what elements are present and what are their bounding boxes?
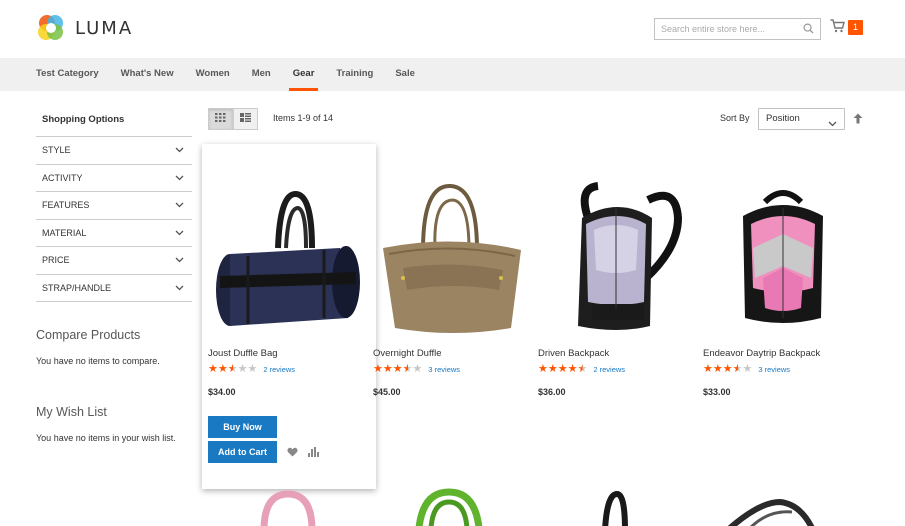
store-logo[interactable]: LUMA: [35, 12, 133, 44]
search-box: [654, 18, 821, 40]
product-rating: ★ ★ ★ ★ ★ 3 reviews: [703, 364, 863, 375]
chevron-down-icon: [175, 173, 184, 183]
page-header: LUMA 1: [0, 0, 905, 58]
nav-item-training[interactable]: Training: [336, 58, 373, 91]
shopping-options-title: Shopping Options: [36, 106, 192, 137]
filter-material[interactable]: MATERIAL: [36, 220, 192, 247]
reviews-link[interactable]: 2 reviews: [263, 365, 295, 374]
bag-image-partial: [415, 488, 483, 526]
list-icon: [240, 113, 251, 125]
reviews-link[interactable]: 2 reviews: [593, 365, 625, 374]
nav-item-men[interactable]: Men: [252, 58, 271, 91]
chevron-down-icon: [175, 228, 184, 238]
product-item: Overnight Duffle ★ ★ ★ ★ ★ 3 reviews $45.00: [373, 168, 533, 397]
bag-image-partial: [602, 490, 628, 526]
filter-features[interactable]: FEATURES: [36, 192, 192, 220]
luma-logo-icon: [38, 15, 63, 40]
nav-item-sale[interactable]: Sale: [395, 58, 415, 91]
chevron-down-icon: [828, 115, 837, 135]
list-mode-button[interactable]: [233, 108, 258, 130]
compare-empty-message: You have no items to compare.: [36, 356, 160, 366]
product-item: Driven Backpack ★ ★ ★ ★ ★ 2 reviews $36.00: [538, 168, 698, 397]
chevron-down-icon: [175, 255, 184, 265]
chevron-down-icon: [175, 283, 184, 293]
rating-stars: ★ ★ ★ ★ ★: [703, 363, 753, 375]
nav-item-test-category[interactable]: Test Category: [36, 58, 99, 91]
product-name[interactable]: Driven Backpack: [538, 348, 698, 359]
compare-products-title: Compare Products: [36, 328, 141, 342]
driven-backpack-image: [578, 182, 683, 330]
filter-activity[interactable]: ACTIVITY: [36, 165, 192, 192]
product-price: $36.00: [538, 387, 566, 397]
product-image[interactable]: [538, 168, 698, 348]
product-image[interactable]: [208, 168, 368, 348]
cart-icon[interactable]: [830, 19, 845, 36]
nav-item-whats-new[interactable]: What's New: [121, 58, 174, 91]
grid-icon: [215, 113, 226, 125]
product-price: $45.00: [373, 387, 401, 397]
filter-label: STRAP/HANDLE: [42, 282, 112, 293]
sort-by-label: Sort By: [720, 113, 750, 123]
product-item: Endeavor Daytrip Backpack ★ ★ ★ ★ ★ 3 review…: [703, 168, 863, 397]
rating-stars: ★ ★ ★ ★ ★: [538, 363, 588, 375]
compare-products-block: Compare Products You have no items to co…: [36, 328, 160, 366]
product-name[interactable]: Overnight Duffle: [373, 348, 533, 359]
chevron-down-icon: [175, 145, 184, 155]
filter-price[interactable]: PRICE: [36, 247, 192, 275]
filter-label: ACTIVITY: [42, 172, 83, 183]
main-navigation: Test Category What's New Women Men Gear …: [0, 58, 905, 91]
sort-by-select[interactable]: Position: [758, 108, 845, 130]
grid-mode-button[interactable]: [208, 108, 233, 130]
wishlist-block: My Wish List You have no items in your w…: [36, 405, 176, 443]
compare-icon[interactable]: [308, 447, 319, 457]
filter-label: PRICE: [42, 255, 70, 266]
reviews-link[interactable]: 3 reviews: [758, 365, 790, 374]
products-toolbar: Items 1-9 of 14 Sort By Position: [208, 108, 868, 130]
product-price: $34.00: [208, 387, 236, 397]
product-name[interactable]: Endeavor Daytrip Backpack: [703, 348, 863, 359]
product-item-partial[interactable]: [720, 498, 820, 526]
logo-text: LUMA: [75, 17, 134, 39]
product-image[interactable]: [703, 168, 863, 348]
add-to-cart-button[interactable]: Add to Cart: [208, 441, 277, 463]
overnight-duffle-image: [383, 183, 521, 333]
product-rating: ★ ★ ★ ★ ★ 2 reviews: [208, 364, 368, 375]
rating-stars: ★ ★ ★ ★ ★: [208, 363, 258, 375]
sort-direction-arrow-up-icon[interactable]: [853, 113, 863, 127]
endeavor-backpack-image: [743, 190, 823, 323]
wishlist-empty-message: You have no items in your wish list.: [36, 433, 176, 443]
product-name[interactable]: Joust Duffle Bag: [208, 348, 368, 359]
duffle-bag-image: [216, 191, 360, 326]
search-input[interactable]: [655, 19, 795, 39]
search-icon[interactable]: [803, 23, 814, 37]
buy-now-button[interactable]: Buy Now: [208, 416, 277, 438]
heart-icon[interactable]: [287, 447, 298, 457]
bag-image-partial: [728, 498, 815, 526]
bag-image-partial: [260, 490, 316, 526]
filter-strap-handle[interactable]: STRAP/HANDLE: [36, 275, 192, 302]
rating-stars: ★ ★ ★ ★ ★: [373, 363, 423, 375]
layered-navigation: Shopping Options STYLE ACTIVITY FEATURES…: [36, 106, 192, 302]
reviews-link[interactable]: 3 reviews: [428, 365, 460, 374]
product-item-partial[interactable]: [595, 490, 635, 526]
cart-count-badge: 1: [848, 20, 863, 35]
filter-label: STYLE: [42, 145, 71, 156]
product-item-partial[interactable]: [250, 490, 330, 526]
toolbar-amount: Items 1-9 of 14: [273, 113, 334, 123]
minicart[interactable]: 1: [830, 19, 863, 36]
filter-style[interactable]: STYLE: [36, 137, 192, 165]
product-item: Joust Duffle Bag ★ ★ ★ ★ ★ 2 reviews $34.00 …: [208, 168, 368, 463]
nav-item-women[interactable]: Women: [196, 58, 230, 91]
sort-by-value: Position: [766, 113, 800, 124]
product-image[interactable]: [373, 168, 533, 348]
product-item-partial[interactable]: [405, 488, 495, 526]
wishlist-title: My Wish List: [36, 405, 107, 419]
chevron-down-icon: [175, 200, 184, 210]
product-price: $33.00: [703, 387, 731, 397]
nav-item-gear[interactable]: Gear: [288, 58, 318, 91]
product-rating: ★ ★ ★ ★ ★ 3 reviews: [373, 364, 533, 375]
filter-label: MATERIAL: [42, 227, 87, 238]
filter-label: FEATURES: [42, 200, 90, 211]
product-rating: ★ ★ ★ ★ ★ 2 reviews: [538, 364, 698, 375]
